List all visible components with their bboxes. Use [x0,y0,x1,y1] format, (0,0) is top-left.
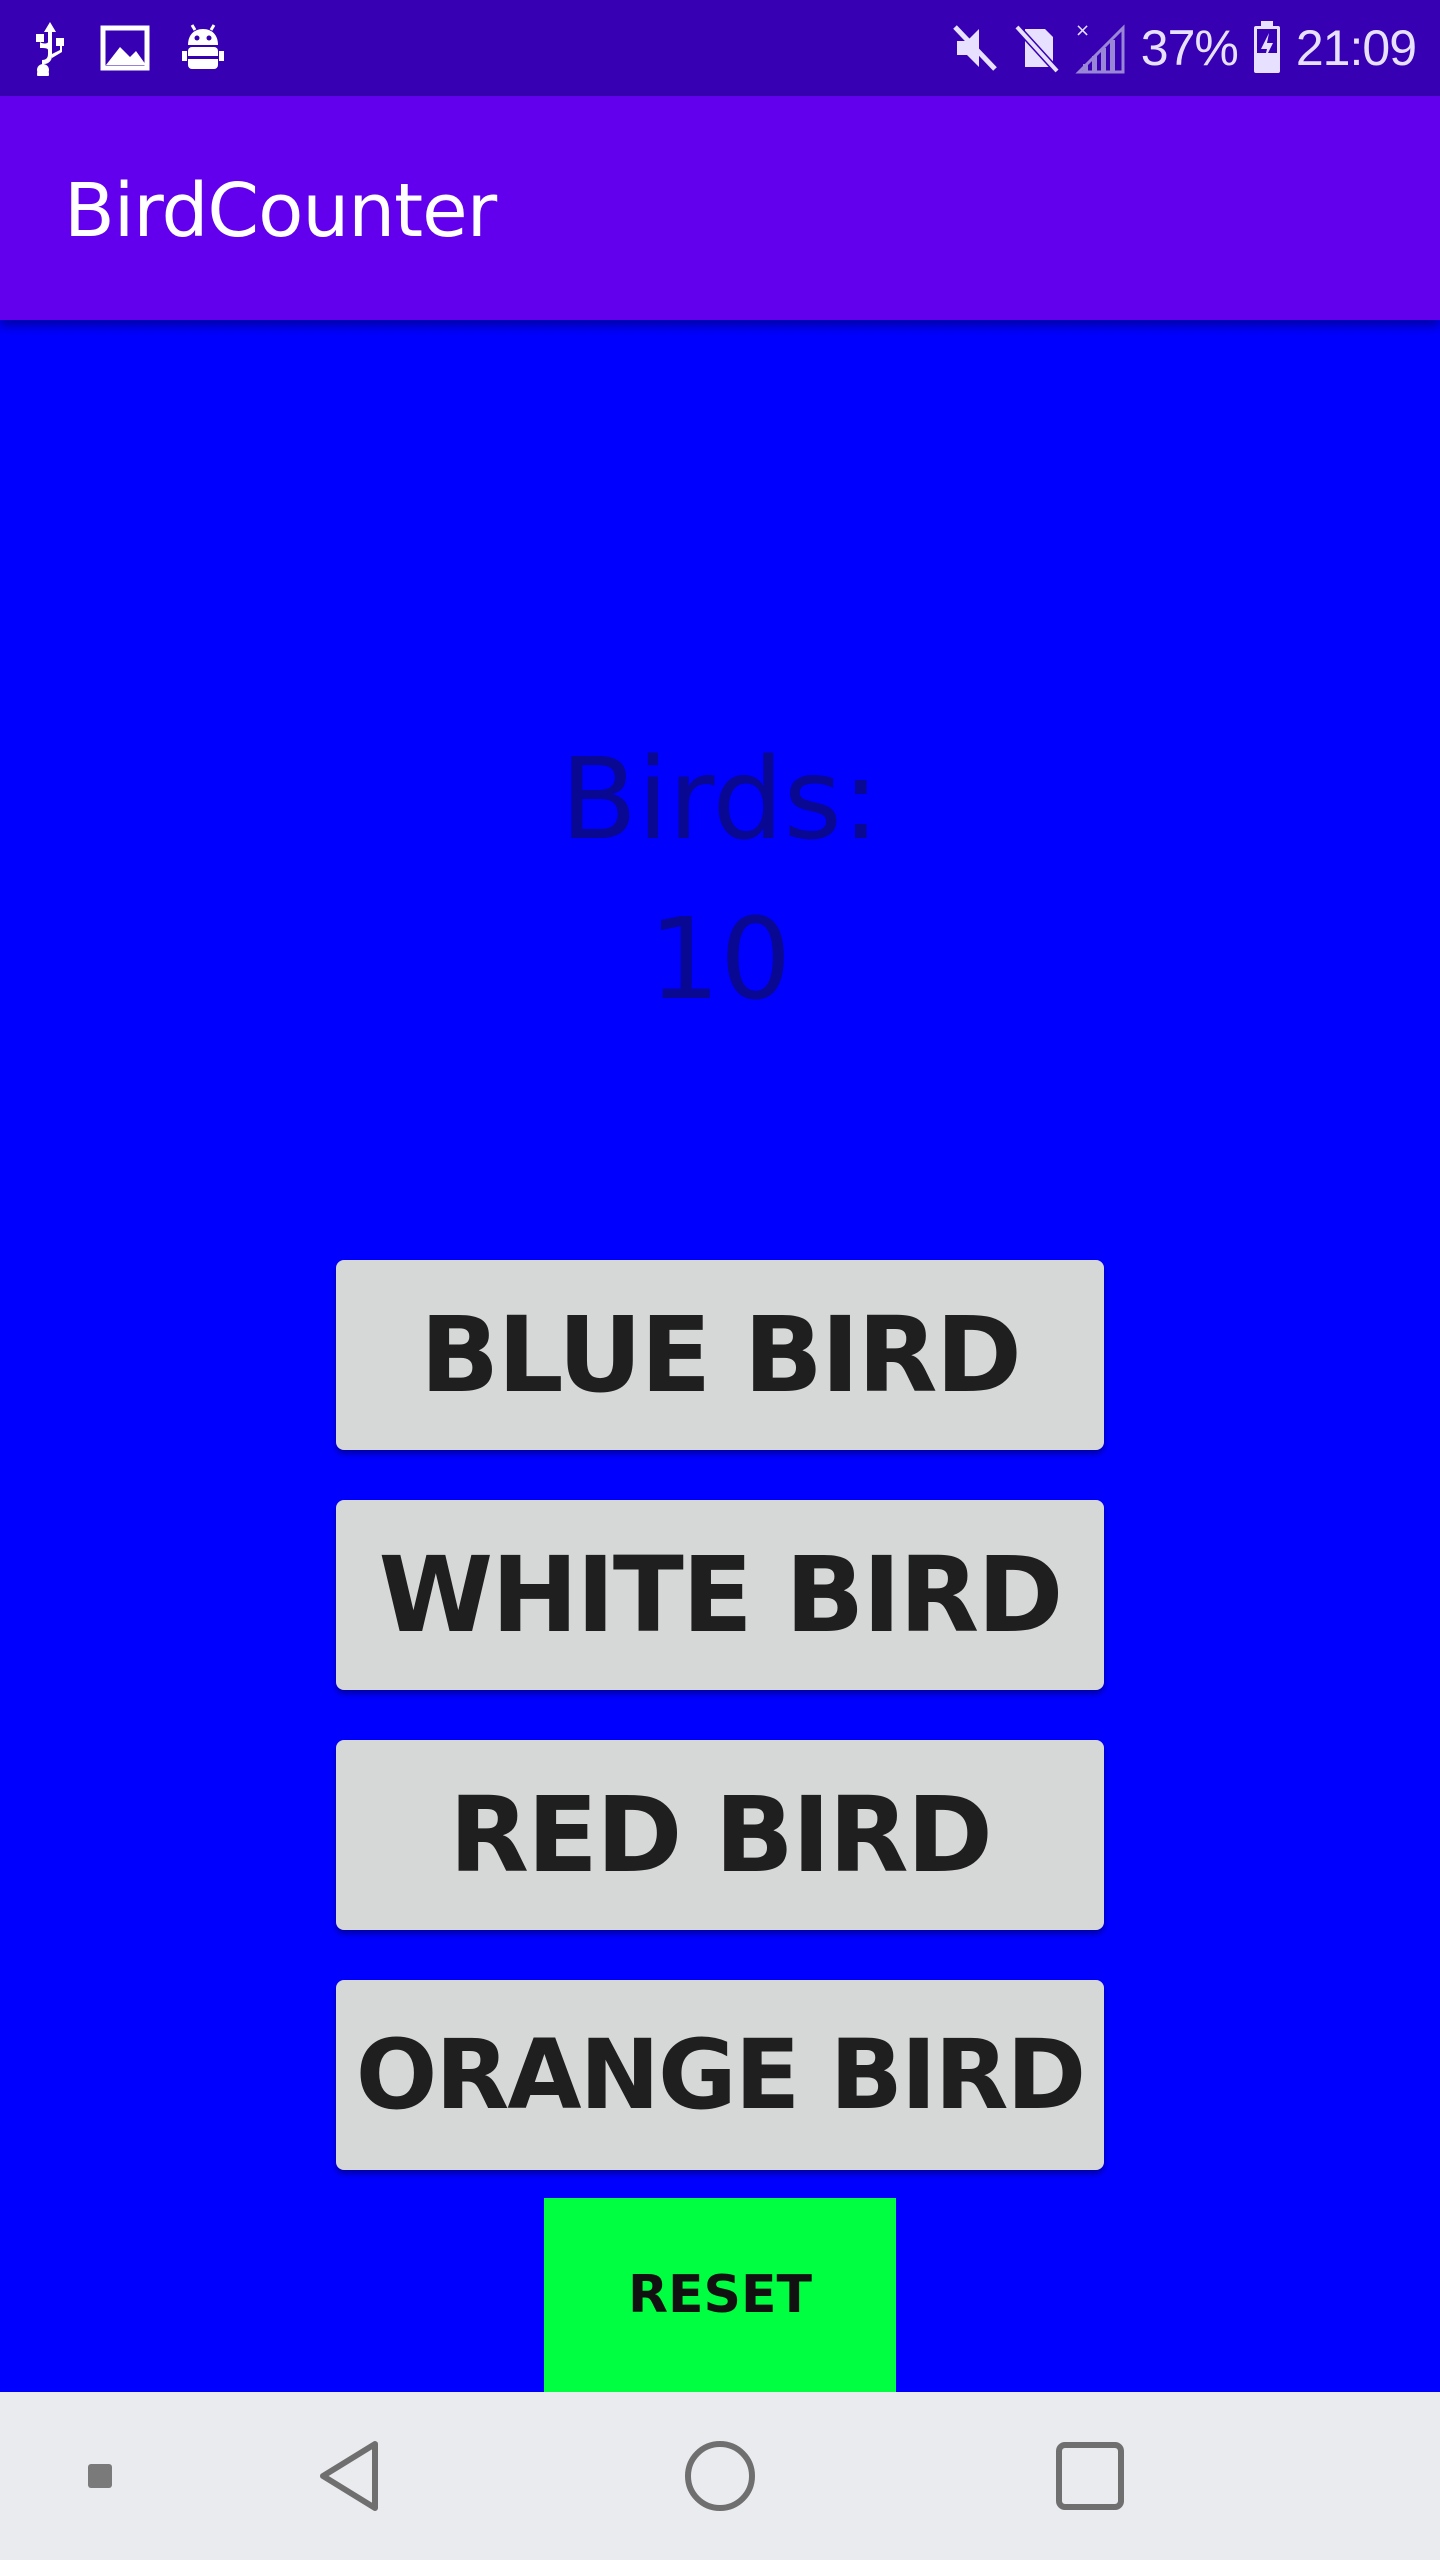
nav-bar [0,2392,1440,2560]
signal-icon: × [1075,20,1127,76]
white-bird-button[interactable]: WHITE BIRD [336,1500,1104,1690]
reset-button[interactable]: RESET [544,2198,896,2392]
app-bar: BirdCounter [0,96,1440,320]
birds-label: Birds: [560,735,880,865]
svg-text:×: × [1075,20,1090,41]
app-title: BirdCounter [64,168,497,254]
recents-icon[interactable] [1040,2392,1140,2560]
clock: 21:09 [1295,20,1417,76]
back-icon[interactable] [300,2392,400,2560]
usb-icon [30,20,70,76]
status-right-icons: × 37% 21:09 [951,14,1417,82]
orange-bird-button[interactable]: ORANGE BIRD [336,1980,1104,2170]
android-debug-icon [180,23,226,73]
square-dot-icon[interactable] [60,2392,140,2560]
main-content: Birds: 10 BLUE BIRD WHITE BIRD RED BIRD … [0,320,1440,2392]
birds-count: 10 [648,895,792,1025]
blue-bird-button[interactable]: BLUE BIRD [336,1260,1104,1450]
status-bar: × 37% 21:09 [0,0,1440,96]
red-bird-button[interactable]: RED BIRD [336,1740,1104,1930]
battery-charging-icon [1252,21,1282,75]
battery-percent: 37% [1140,20,1239,76]
no-sim-icon [1013,23,1061,73]
vibrate-off-icon [951,23,999,73]
home-icon[interactable] [670,2392,770,2560]
status-left-icons [30,18,226,78]
image-icon [100,25,150,71]
